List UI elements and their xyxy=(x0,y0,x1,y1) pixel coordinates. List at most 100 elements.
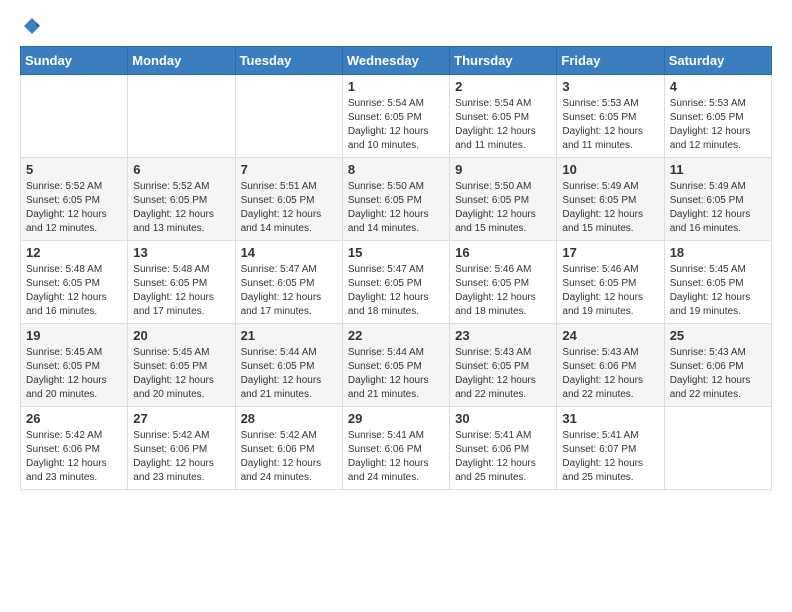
day-info: Sunrise: 5:42 AM Sunset: 6:06 PM Dayligh… xyxy=(133,429,229,485)
calendar-cell: 24 Sunrise: 5:43 AM Sunset: 6:06 PM Dayli… xyxy=(557,324,664,407)
weekday-header: Monday xyxy=(128,47,235,75)
day-number: 27 xyxy=(133,411,229,426)
day-number: 6 xyxy=(133,162,229,177)
calendar-week-row: 12 Sunrise: 5:48 AM Sunset: 6:05 PM Dayli… xyxy=(21,241,772,324)
weekday-header: Saturday xyxy=(664,47,771,75)
day-number: 24 xyxy=(562,328,658,343)
day-info: Sunrise: 5:51 AM Sunset: 6:05 PM Dayligh… xyxy=(241,180,337,236)
day-number: 22 xyxy=(348,328,444,343)
logo xyxy=(20,16,42,36)
calendar-body: 1 Sunrise: 5:54 AM Sunset: 6:05 PM Daylig… xyxy=(21,75,772,490)
calendar-cell xyxy=(21,75,128,158)
day-info: Sunrise: 5:42 AM Sunset: 6:06 PM Dayligh… xyxy=(241,429,337,485)
calendar-cell: 17 Sunrise: 5:46 AM Sunset: 6:05 PM Dayli… xyxy=(557,241,664,324)
day-info: Sunrise: 5:52 AM Sunset: 6:05 PM Dayligh… xyxy=(26,180,122,236)
day-number: 15 xyxy=(348,245,444,260)
day-number: 29 xyxy=(348,411,444,426)
calendar-week-row: 26 Sunrise: 5:42 AM Sunset: 6:06 PM Dayli… xyxy=(21,407,772,490)
day-number: 20 xyxy=(133,328,229,343)
day-info: Sunrise: 5:44 AM Sunset: 6:05 PM Dayligh… xyxy=(348,346,444,402)
calendar-cell: 30 Sunrise: 5:41 AM Sunset: 6:06 PM Dayli… xyxy=(450,407,557,490)
day-info: Sunrise: 5:54 AM Sunset: 6:05 PM Dayligh… xyxy=(455,97,551,153)
day-number: 26 xyxy=(26,411,122,426)
logo-icon xyxy=(22,16,42,36)
day-info: Sunrise: 5:45 AM Sunset: 6:05 PM Dayligh… xyxy=(133,346,229,402)
day-info: Sunrise: 5:42 AM Sunset: 6:06 PM Dayligh… xyxy=(26,429,122,485)
day-info: Sunrise: 5:43 AM Sunset: 6:06 PM Dayligh… xyxy=(562,346,658,402)
day-number: 31 xyxy=(562,411,658,426)
calendar-cell: 10 Sunrise: 5:49 AM Sunset: 6:05 PM Dayli… xyxy=(557,158,664,241)
calendar-week-row: 5Sunrise: 5:52 AM Sunset: 6:05 PM Daylig… xyxy=(21,158,772,241)
calendar-cell: 7 Sunrise: 5:51 AM Sunset: 6:05 PM Daylig… xyxy=(235,158,342,241)
day-number: 7 xyxy=(241,162,337,177)
day-number: 30 xyxy=(455,411,551,426)
day-info: Sunrise: 5:43 AM Sunset: 6:05 PM Dayligh… xyxy=(455,346,551,402)
day-number: 11 xyxy=(670,162,766,177)
day-number: 1 xyxy=(348,79,444,94)
calendar-cell: 6 Sunrise: 5:52 AM Sunset: 6:05 PM Daylig… xyxy=(128,158,235,241)
day-number: 18 xyxy=(670,245,766,260)
day-number: 4 xyxy=(670,79,766,94)
calendar-table: SundayMondayTuesdayWednesdayThursdayFrid… xyxy=(20,46,772,490)
calendar-cell: 1 Sunrise: 5:54 AM Sunset: 6:05 PM Daylig… xyxy=(342,75,449,158)
page-container: SundayMondayTuesdayWednesdayThursdayFrid… xyxy=(0,0,792,506)
day-number: 25 xyxy=(670,328,766,343)
calendar-cell: 3Sunrise: 5:53 AM Sunset: 6:05 PM Daylig… xyxy=(557,75,664,158)
calendar-cell: 23 Sunrise: 5:43 AM Sunset: 6:05 PM Dayli… xyxy=(450,324,557,407)
calendar-cell: 19Sunrise: 5:45 AM Sunset: 6:05 PM Dayli… xyxy=(21,324,128,407)
day-info: Sunrise: 5:47 AM Sunset: 6:05 PM Dayligh… xyxy=(241,263,337,319)
calendar-cell: 20 Sunrise: 5:45 AM Sunset: 6:05 PM Dayli… xyxy=(128,324,235,407)
day-info: Sunrise: 5:50 AM Sunset: 6:05 PM Dayligh… xyxy=(455,180,551,236)
day-number: 28 xyxy=(241,411,337,426)
day-info: Sunrise: 5:43 AM Sunset: 6:06 PM Dayligh… xyxy=(670,346,766,402)
calendar-cell: 12 Sunrise: 5:48 AM Sunset: 6:05 PM Dayli… xyxy=(21,241,128,324)
day-info: Sunrise: 5:41 AM Sunset: 6:06 PM Dayligh… xyxy=(455,429,551,485)
day-number: 3 xyxy=(562,79,658,94)
weekday-header: Tuesday xyxy=(235,47,342,75)
day-number: 14 xyxy=(241,245,337,260)
day-number: 10 xyxy=(562,162,658,177)
calendar-week-row: 1 Sunrise: 5:54 AM Sunset: 6:05 PM Daylig… xyxy=(21,75,772,158)
day-info: Sunrise: 5:54 AM Sunset: 6:05 PM Dayligh… xyxy=(348,97,444,153)
weekday-header: Thursday xyxy=(450,47,557,75)
day-info: Sunrise: 5:52 AM Sunset: 6:05 PM Dayligh… xyxy=(133,180,229,236)
calendar-cell: 5Sunrise: 5:52 AM Sunset: 6:05 PM Daylig… xyxy=(21,158,128,241)
calendar-cell: 13 Sunrise: 5:48 AM Sunset: 6:05 PM Dayli… xyxy=(128,241,235,324)
calendar-cell: 31 Sunrise: 5:41 AM Sunset: 6:07 PM Dayli… xyxy=(557,407,664,490)
weekday-row: SundayMondayTuesdayWednesdayThursdayFrid… xyxy=(21,47,772,75)
calendar-cell: 28 Sunrise: 5:42 AM Sunset: 6:06 PM Dayli… xyxy=(235,407,342,490)
calendar-cell: 21Sunrise: 5:44 AM Sunset: 6:05 PM Dayli… xyxy=(235,324,342,407)
calendar-cell: 18 Sunrise: 5:45 AM Sunset: 6:05 PM Dayli… xyxy=(664,241,771,324)
calendar-cell: 25 Sunrise: 5:43 AM Sunset: 6:06 PM Dayli… xyxy=(664,324,771,407)
weekday-header: Sunday xyxy=(21,47,128,75)
calendar-week-row: 19Sunrise: 5:45 AM Sunset: 6:05 PM Dayli… xyxy=(21,324,772,407)
calendar-cell: 4Sunrise: 5:53 AM Sunset: 6:05 PM Daylig… xyxy=(664,75,771,158)
calendar-cell xyxy=(128,75,235,158)
day-number: 9 xyxy=(455,162,551,177)
calendar-cell: 29Sunrise: 5:41 AM Sunset: 6:06 PM Dayli… xyxy=(342,407,449,490)
weekday-header: Wednesday xyxy=(342,47,449,75)
day-info: Sunrise: 5:41 AM Sunset: 6:07 PM Dayligh… xyxy=(562,429,658,485)
day-number: 13 xyxy=(133,245,229,260)
day-info: Sunrise: 5:49 AM Sunset: 6:05 PM Dayligh… xyxy=(670,180,766,236)
day-number: 17 xyxy=(562,245,658,260)
calendar-cell: 2Sunrise: 5:54 AM Sunset: 6:05 PM Daylig… xyxy=(450,75,557,158)
day-info: Sunrise: 5:49 AM Sunset: 6:05 PM Dayligh… xyxy=(562,180,658,236)
calendar-cell: 22 Sunrise: 5:44 AM Sunset: 6:05 PM Dayli… xyxy=(342,324,449,407)
day-info: Sunrise: 5:48 AM Sunset: 6:05 PM Dayligh… xyxy=(133,263,229,319)
calendar-cell: 15 Sunrise: 5:47 AM Sunset: 6:05 PM Dayli… xyxy=(342,241,449,324)
calendar-cell: 8Sunrise: 5:50 AM Sunset: 6:05 PM Daylig… xyxy=(342,158,449,241)
day-number: 16 xyxy=(455,245,551,260)
day-number: 12 xyxy=(26,245,122,260)
calendar-cell xyxy=(664,407,771,490)
calendar-cell: 9 Sunrise: 5:50 AM Sunset: 6:05 PM Daylig… xyxy=(450,158,557,241)
day-number: 23 xyxy=(455,328,551,343)
day-info: Sunrise: 5:46 AM Sunset: 6:05 PM Dayligh… xyxy=(455,263,551,319)
day-info: Sunrise: 5:46 AM Sunset: 6:05 PM Dayligh… xyxy=(562,263,658,319)
day-number: 8 xyxy=(348,162,444,177)
day-info: Sunrise: 5:45 AM Sunset: 6:05 PM Dayligh… xyxy=(26,346,122,402)
day-info: Sunrise: 5:48 AM Sunset: 6:05 PM Dayligh… xyxy=(26,263,122,319)
day-info: Sunrise: 5:47 AM Sunset: 6:05 PM Dayligh… xyxy=(348,263,444,319)
calendar-cell: 14 Sunrise: 5:47 AM Sunset: 6:05 PM Dayli… xyxy=(235,241,342,324)
day-info: Sunrise: 5:45 AM Sunset: 6:05 PM Dayligh… xyxy=(670,263,766,319)
